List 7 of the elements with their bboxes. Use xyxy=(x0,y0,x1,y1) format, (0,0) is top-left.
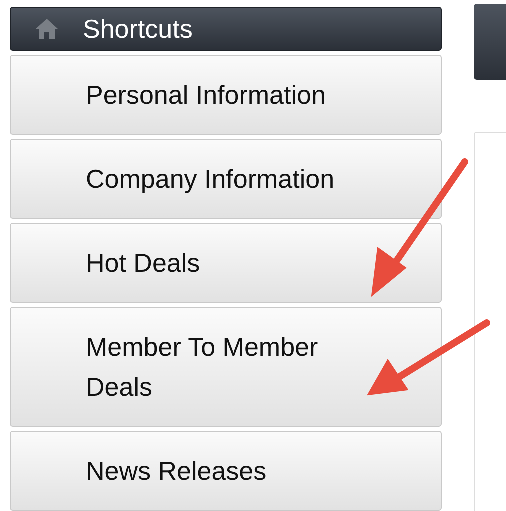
sidebar-title: Shortcuts xyxy=(83,12,193,46)
sidebar-item[interactable]: News Releases xyxy=(10,431,442,511)
home-icon xyxy=(35,18,59,40)
sidebar-item[interactable]: Personal Information xyxy=(10,55,442,135)
sidebar-item[interactable]: Company Information xyxy=(10,139,442,219)
sidebar-item[interactable]: Member To Member Deals xyxy=(10,307,442,427)
sidebar-item[interactable]: Hot Deals xyxy=(10,223,442,303)
